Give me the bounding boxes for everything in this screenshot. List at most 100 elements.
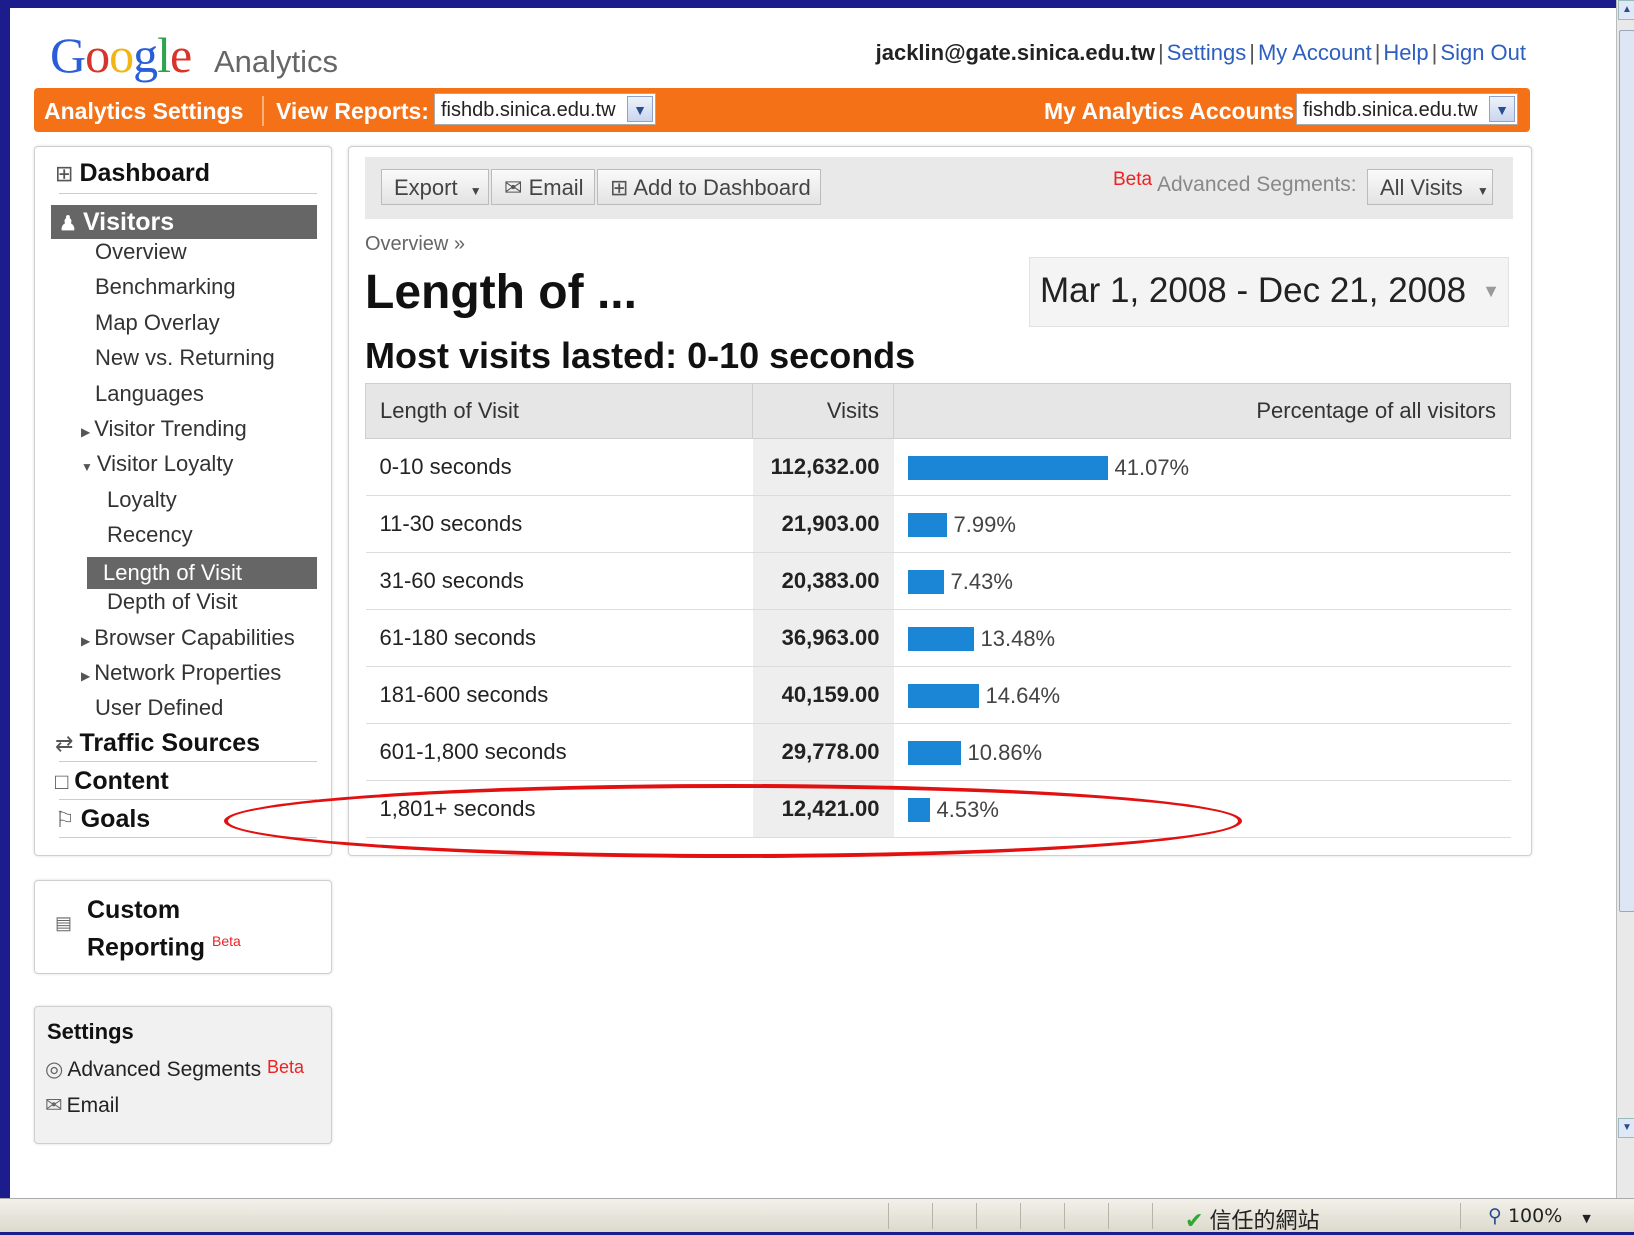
sidebar-traffic-sources[interactable]: ⇄ Traffic Sources bbox=[55, 729, 260, 758]
visits-cell: 112,632.00 bbox=[752, 438, 894, 496]
percentage-bar bbox=[907, 512, 947, 537]
settings-email[interactable]: ✉ Email bbox=[45, 1093, 119, 1118]
divider bbox=[59, 761, 317, 762]
envelope-icon: ✉ bbox=[504, 175, 523, 200]
highlight-ellipse bbox=[224, 784, 1242, 858]
col-percentage[interactable]: Percentage of all visitors bbox=[893, 383, 1511, 439]
sidebar-dashboard[interactable]: ⊞ Dashboard bbox=[55, 159, 210, 188]
beta-badge: Beta bbox=[1113, 169, 1153, 190]
visits-cell: 21,903.00 bbox=[752, 495, 894, 553]
zoom-level[interactable]: ⚲ 100% ▼ bbox=[1488, 1205, 1591, 1227]
accounts-value: fishdb.sinica.edu.tw bbox=[1303, 99, 1478, 121]
percentage-label: 10.86% bbox=[967, 739, 1043, 765]
export-button[interactable]: Export ▼ bbox=[381, 169, 489, 205]
chevron-down-icon: ▼ bbox=[1476, 184, 1489, 198]
sidebar-item-languages[interactable]: Languages bbox=[95, 381, 204, 407]
sidebar-item-browser-capabilities[interactable]: ▶ Browser Capabilities bbox=[81, 625, 295, 651]
sidebar-item-visitor-loyalty[interactable]: ▼ Visitor Loyalty bbox=[81, 451, 233, 477]
sidebar-item-user-defined[interactable]: User Defined bbox=[95, 695, 223, 721]
beta-badge: Beta bbox=[266, 1057, 304, 1077]
date-range-picker[interactable]: Mar 1, 2008 - Dec 21, 2008 ▼ bbox=[1029, 257, 1509, 327]
length-cell[interactable]: 61-180 seconds bbox=[365, 609, 753, 667]
dashboard-icon: ⊞ bbox=[55, 161, 74, 186]
accounts-select[interactable]: fishdb.sinica.edu.tw ▼ bbox=[1296, 93, 1518, 125]
length-of-visit-table: Length of Visit Visits Percentage of all… bbox=[365, 383, 1511, 838]
length-cell[interactable]: 181-600 seconds bbox=[365, 666, 753, 724]
caret-right-icon: ▶ bbox=[81, 669, 91, 683]
sidebar-item-visitor-trending[interactable]: ▶ Visitor Trending bbox=[81, 416, 247, 442]
table-header-row: Length of Visit Visits Percentage of all… bbox=[365, 383, 1511, 439]
chevron-down-icon[interactable]: ▼ bbox=[1489, 96, 1515, 122]
sidebar-goals[interactable]: ⚐ Goals bbox=[55, 805, 150, 834]
sidebar-content[interactable]: □ Content bbox=[55, 767, 169, 796]
custom-reporting-box[interactable]: ▤ Custom Reporting Beta bbox=[34, 880, 332, 974]
length-cell[interactable]: 601-1,800 seconds bbox=[365, 723, 753, 781]
divider bbox=[976, 1203, 977, 1229]
length-cell[interactable]: 11-30 seconds bbox=[365, 495, 753, 553]
scrollbar-thumb[interactable] bbox=[1619, 30, 1634, 912]
report-icon: ▤ bbox=[55, 913, 73, 933]
breadcrumb[interactable]: Overview » bbox=[365, 233, 465, 256]
view-reports-value: fishdb.sinica.edu.tw bbox=[441, 99, 616, 121]
chevron-down-icon[interactable]: ▼ bbox=[1482, 258, 1500, 324]
caret-down-icon: ▼ bbox=[81, 460, 93, 474]
percentage-cell: 10.86% bbox=[893, 723, 1511, 781]
sidebar-item-overview[interactable]: Overview bbox=[95, 239, 187, 265]
settings-box: Settings ◎ Advanced Segments Beta ✉ Email bbox=[34, 1006, 332, 1144]
sign-out-link[interactable]: Sign Out bbox=[1440, 40, 1526, 65]
percentage-bar bbox=[907, 626, 974, 651]
person-icon: ♟ bbox=[59, 213, 77, 235]
page-title: Length of ... bbox=[365, 266, 637, 319]
length-cell[interactable]: 31-60 seconds bbox=[365, 552, 753, 610]
visits-cell: 36,963.00 bbox=[752, 609, 894, 667]
email-button[interactable]: ✉ Email bbox=[491, 169, 595, 205]
sidebar-item-depth-of-visit[interactable]: Depth of Visit bbox=[107, 589, 237, 615]
percentage-label: 41.07% bbox=[1114, 454, 1190, 480]
add-to-dashboard-button[interactable]: ⊞ Add to Dashboard bbox=[597, 169, 821, 205]
sidebar-item-network-properties[interactable]: ▶ Network Properties bbox=[81, 660, 281, 686]
sidebar-item-recency[interactable]: Recency bbox=[107, 522, 193, 548]
divider bbox=[932, 1203, 933, 1229]
caret-right-icon: ▶ bbox=[81, 425, 91, 439]
sidebar-visitors[interactable]: ♟ Visitors bbox=[51, 205, 317, 239]
length-cell[interactable]: 0-10 seconds bbox=[365, 438, 753, 496]
view-reports-select[interactable]: fishdb.sinica.edu.tw ▼ bbox=[434, 93, 656, 125]
my-account-link[interactable]: My Account bbox=[1258, 40, 1372, 65]
chevron-down-icon[interactable]: ▼ bbox=[1582, 1212, 1590, 1225]
scroll-down-icon[interactable]: ▼ bbox=[1618, 1118, 1634, 1138]
table-row: 31-60 seconds 20,383.00 7.43% bbox=[365, 552, 1511, 610]
percentage-cell: 7.43% bbox=[893, 552, 1511, 610]
chevron-down-icon[interactable]: ▼ bbox=[627, 96, 653, 122]
settings-advanced-segments[interactable]: ◎ Advanced Segments Beta bbox=[45, 1057, 304, 1082]
content-icon: □ bbox=[55, 769, 69, 794]
google-logo: Google bbox=[50, 27, 192, 83]
custom-reporting-line2: Reporting bbox=[87, 933, 206, 962]
sidebar-item-new-vs-returning[interactable]: New vs. Returning bbox=[95, 345, 275, 371]
table-row: 601-1,800 seconds 29,778.00 10.86% bbox=[365, 723, 1511, 781]
sidebar-item-loyalty[interactable]: Loyalty bbox=[107, 487, 177, 513]
col-visits[interactable]: Visits bbox=[752, 383, 894, 439]
settings-link[interactable]: Settings bbox=[1167, 40, 1247, 65]
col-length-of-visit[interactable]: Length of Visit bbox=[365, 383, 753, 439]
divider bbox=[1108, 1203, 1109, 1229]
flag-icon: ⚐ bbox=[55, 807, 75, 832]
sidebar-nav: ⊞ Dashboard ♟ Visitors Overview Benchmarki… bbox=[34, 146, 332, 856]
view-reports-label: View Reports: bbox=[276, 98, 429, 124]
segments-dropdown[interactable]: All Visits ▼ bbox=[1367, 169, 1493, 205]
percentage-label: 7.99% bbox=[953, 511, 1016, 537]
percentage-cell: 41.07% bbox=[893, 438, 1511, 496]
scroll-up-icon[interactable]: ▲ bbox=[1618, 0, 1634, 20]
report-panel: Export ▼ ✉ Email ⊞ Add to Dashboard Beta… bbox=[348, 146, 1532, 856]
beta-badge: Beta bbox=[212, 933, 241, 949]
analytics-settings-link[interactable]: Analytics Settings bbox=[44, 98, 243, 125]
help-link[interactable]: Help bbox=[1383, 40, 1428, 65]
top-links: jacklin@gate.sinica.edu.tw | Settings | My A… bbox=[875, 40, 1526, 65]
checkmark-icon: ✔ bbox=[1185, 1209, 1204, 1234]
vertical-scrollbar[interactable]: ▲ ▼ bbox=[1616, 0, 1634, 1231]
envelope-icon: ✉ bbox=[45, 1094, 63, 1117]
sidebar-item-map-overlay[interactable]: Map Overlay bbox=[95, 310, 220, 336]
sidebar-item-length-of-visit[interactable]: Length of Visit bbox=[87, 557, 317, 589]
sidebar-item-benchmarking[interactable]: Benchmarking bbox=[95, 274, 236, 300]
status-bar: ✔ 信任的網站 ⚲ 100% ▼ bbox=[0, 1198, 1634, 1234]
user-email: jacklin@gate.sinica.edu.tw bbox=[875, 40, 1156, 65]
